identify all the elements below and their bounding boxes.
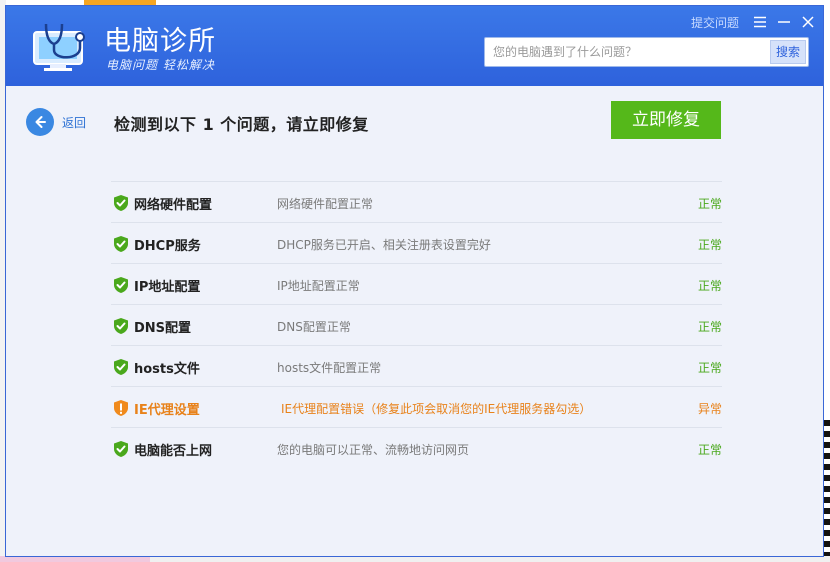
search-box: 搜索 [484, 37, 809, 67]
app-window: 电脑诊所 电脑问题 轻松解决 提交问题 搜索 返回 检测到以下 1 个问题，请立… [5, 5, 824, 557]
window-controls: 提交问题 [691, 12, 817, 32]
minimize-icon[interactable] [775, 13, 793, 31]
diagnosis-list: 网络硬件配置 网络硬件配置正常 正常 DHCP服务 DHCP服务已开启、相关注册表设置… [111, 181, 722, 469]
diagnosis-item-status: 正常 [697, 197, 722, 211]
diagnosis-item-name: DHCP服务 [134, 239, 201, 254]
header-bar: 电脑诊所 电脑问题 轻松解决 提交问题 搜索 [6, 6, 823, 86]
fix-now-button[interactable]: 立即修复 [611, 101, 721, 139]
diagnosis-item-name: 电脑能否上网 [134, 444, 213, 459]
shield-exclamation-icon [113, 399, 129, 417]
diagnosis-item-name: 网络硬件配置 [134, 198, 213, 213]
shield-check-icon [113, 358, 129, 376]
back-button[interactable]: 返回 [26, 108, 86, 136]
diagnosis-row: IE代理设置 IE代理配置错误（修复此项会取消您的IE代理服务器勾选） 异常 [111, 387, 722, 428]
diagnosis-item-description: IE代理配置错误（修复此项会取消您的IE代理服务器勾选） [281, 402, 592, 416]
diagnosis-item-status: 正常 [697, 443, 722, 457]
result-title: 检测到以下 1 个问题，请立即修复 [114, 115, 369, 134]
diagnosis-item-description: 您的电脑可以正常、流畅地访问网页 [277, 443, 470, 457]
shield-check-icon [113, 317, 129, 335]
diagnosis-row: DNS配置 DNS配置正常 正常 [111, 305, 722, 346]
diagnosis-row: IP地址配置 IP地址配置正常 正常 [111, 264, 722, 305]
diagnosis-item-description: IP地址配置正常 [277, 279, 360, 293]
monitor-stethoscope-logo-icon [33, 23, 85, 71]
back-arrow-icon [26, 108, 54, 136]
back-label: 返回 [62, 115, 87, 130]
diagnosis-row: 电脑能否上网 您的电脑可以正常、流畅地访问网页 正常 [111, 428, 722, 469]
diagnosis-item-description: 网络硬件配置正常 [277, 197, 374, 211]
search-input[interactable] [485, 38, 768, 66]
diagnosis-item-status: 正常 [697, 320, 722, 334]
app-title: 电脑诊所 [104, 26, 216, 57]
diagnosis-item-description: DNS配置正常 [277, 320, 351, 334]
diagnosis-item-name: IP地址配置 [134, 280, 201, 295]
diagnosis-item-status: 正常 [697, 238, 722, 252]
shield-check-icon [113, 194, 129, 212]
diagnosis-item-name: IE代理设置 [134, 403, 200, 418]
diagnosis-item-description: DHCP服务已开启、相关注册表设置完好 [277, 238, 491, 252]
menu-icon[interactable] [751, 13, 769, 31]
close-icon[interactable] [799, 13, 817, 31]
shield-check-icon [113, 276, 129, 294]
diagnosis-item-status: 异常 [697, 402, 722, 416]
diagnosis-item-name: DNS配置 [134, 321, 192, 336]
diagnosis-row: 网络硬件配置 网络硬件配置正常 正常 [111, 182, 722, 223]
diagnosis-row: DHCP服务 DHCP服务已开启、相关注册表设置完好 正常 [111, 223, 722, 264]
diagnosis-item-status: 正常 [697, 361, 722, 375]
diagnosis-row: hosts文件 hosts文件配置正常 正常 [111, 346, 722, 387]
app-slogan: 电脑问题 轻松解决 [106, 58, 215, 72]
submit-issue-link[interactable]: 提交问题 [691, 14, 739, 31]
diagnosis-item-name: hosts文件 [134, 362, 200, 377]
shield-check-icon [113, 440, 129, 458]
diagnosis-item-description: hosts文件配置正常 [277, 361, 382, 375]
search-button[interactable]: 搜索 [770, 40, 806, 64]
diagnosis-item-status: 正常 [697, 279, 722, 293]
shield-check-icon [113, 235, 129, 253]
